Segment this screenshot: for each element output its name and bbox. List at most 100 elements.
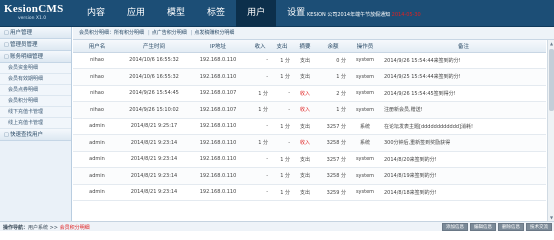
sidebar-section-quick-find[interactable]: □快速查找用户	[0, 129, 71, 141]
col-header-ip[interactable]: IP地址	[187, 40, 249, 53]
sidebar-item-online-cards[interactable]: 线上充值卡管理	[0, 118, 71, 129]
score-table: 用户名 产生时间 IP地址 收入 支出 摘要 余额 操作员 备注 nihao 20…	[73, 40, 546, 201]
cell-ip: 192.168.0.110	[187, 134, 249, 152]
cell-operator: system	[349, 167, 381, 185]
sidebar-item-validity[interactable]: 会员有效期明细	[0, 74, 71, 85]
table-row[interactable]: nihao 2014/9/26 15:54:45 192.168.0.107 1 分-…	[73, 85, 546, 102]
edit-button[interactable]: 编辑信息	[470, 223, 496, 231]
top-bar: KesionCMS version X1.0 内容 应用 模型 标签 用户 设置…	[0, 0, 554, 27]
score-subtabs: 会员积分明细：所有积分明细 | 点广告积分明细 | 点发稿赚积分明细	[73, 27, 554, 40]
sidebar-item-score[interactable]: 会员积分明细	[0, 96, 71, 107]
cell-expense: 1 分	[271, 52, 293, 69]
sidebar-section-label: 账务明细管理	[10, 54, 44, 60]
table-row[interactable]: nihao 2014/10/6 16:55:32 192.168.0.110-1 分…	[73, 52, 546, 69]
subtab-post-score[interactable]: 点发稿赚积分明细	[194, 30, 234, 36]
cell-user: admin	[73, 184, 121, 201]
table-row[interactable]: admin 2014/8/21 9:23:14 192.168.0.110-1 分支…	[73, 184, 546, 201]
cell-expense: 1 分	[271, 184, 293, 201]
sidebar-item-offline-cards[interactable]: 线下充值卡管理	[0, 107, 71, 118]
cell-operator: system	[349, 184, 381, 201]
cell-user: admin	[73, 167, 121, 185]
cell-balance: 2 分	[317, 85, 349, 102]
cell-income: -	[249, 118, 271, 135]
col-header-user[interactable]: 用户名	[73, 40, 121, 53]
bottom-bar: 操作导航：用户系统 >> 会员积分明细 添加信息 编辑信息 删除信息 技术交流	[0, 221, 554, 231]
cell-expense: 1 分	[271, 68, 293, 86]
col-header-summary[interactable]: 摘要	[293, 40, 317, 53]
breadcrumb-path[interactable]: 用户系统 >>	[28, 225, 60, 231]
main-content: 会员积分明细：所有积分明细 | 点广告积分明细 | 点发稿赚积分明细 用户名 产生时间 …	[73, 27, 554, 221]
table-row[interactable]: admin 2014/8/21 9:25:17 192.168.0.110-1 分支…	[73, 118, 546, 135]
cell-ip: 192.168.0.107	[187, 101, 249, 119]
cell-ip: 192.168.0.110	[187, 52, 249, 69]
table-row[interactable]: admin 2014/8/21 9:23:14 192.168.0.110-1 分支…	[73, 151, 546, 168]
delete-button[interactable]: 删除信息	[498, 223, 524, 231]
notice-text: KESION 公司2014年端午节放假通知	[307, 12, 391, 18]
table-row[interactable]: nihao 2014/9/26 15:10:02 192.168.0.107 1 分-…	[73, 101, 546, 119]
cell-expense: 1 分	[271, 151, 293, 168]
cell-note: 2014/8/20来签到的分!	[381, 151, 546, 168]
nav-tab-users[interactable]: 用户	[236, 0, 277, 27]
sidebar-item-funds[interactable]: 会员资金明细	[0, 63, 71, 74]
support-button[interactable]: 技术交流	[526, 223, 552, 231]
top-notice[interactable]: KESION 公司2014年端午节放假通知 2014-05-30	[307, 11, 421, 18]
cell-balance: 1 分	[317, 68, 349, 86]
cell-user: nihao	[73, 85, 121, 102]
cell-ip: 192.168.0.110	[187, 184, 249, 201]
table-row[interactable]: admin 2014/8/21 9:23:14 192.168.0.110 1 分-收…	[73, 134, 546, 152]
cell-time: 2014/8/21 9:23:14	[121, 184, 187, 201]
cell-summary: 支出	[293, 167, 317, 185]
vertical-scrollbar[interactable]: ▲ ▼	[547, 40, 554, 221]
cell-income: -	[249, 184, 271, 201]
col-header-expense[interactable]: 支出	[271, 40, 293, 53]
action-buttons: 添加信息 编辑信息 删除信息 技术交流	[442, 223, 552, 231]
scroll-down-icon[interactable]: ▼	[548, 214, 554, 221]
nav-tab-content[interactable]: 内容	[76, 0, 116, 27]
cell-user: nihao	[73, 68, 121, 86]
app-title: KesionCMS	[4, 3, 64, 15]
scroll-thumb[interactable]	[549, 49, 554, 111]
col-header-balance[interactable]: 余额	[317, 40, 349, 53]
sidebar-section-label: 快速查找用户	[10, 132, 44, 138]
cell-note: 2014/8/18来签到的分!	[381, 184, 546, 201]
cell-time: 2014/9/26 15:10:02	[121, 101, 187, 119]
nav-tab-models[interactable]: 模型	[156, 0, 196, 27]
notice-date: 2014-05-30	[391, 12, 421, 18]
cell-summary: 支出	[293, 68, 317, 86]
col-header-time[interactable]: 产生时间	[121, 40, 187, 53]
col-header-income[interactable]: 收入	[249, 40, 271, 53]
cell-operator: system	[349, 101, 381, 119]
cell-operator: 系统	[349, 118, 381, 135]
cell-operator: system	[349, 151, 381, 168]
cell-summary: 支出	[293, 151, 317, 168]
sidebar: □用户管理 □管理员管理 □账务明细管理 会员资金明细 会员有效期明细 会员点券…	[0, 27, 72, 221]
add-button[interactable]: 添加信息	[442, 223, 468, 231]
col-header-operator[interactable]: 操作员	[349, 40, 381, 53]
cell-balance: 3258 分	[317, 167, 349, 185]
cell-income: -	[249, 68, 271, 86]
nav-tab-apps[interactable]: 应用	[116, 0, 156, 27]
cell-operator: system	[349, 52, 381, 69]
cell-income: -	[249, 151, 271, 168]
scroll-up-icon[interactable]: ▲	[548, 40, 554, 47]
cell-ip: 192.168.0.107	[187, 85, 249, 102]
cell-income: 1 分	[249, 101, 271, 119]
col-header-note[interactable]: 备注	[381, 40, 546, 53]
sidebar-item-points[interactable]: 会员点券明细	[0, 85, 71, 96]
cell-income: 1 分	[249, 134, 271, 152]
cell-note: 2014/9/25 15:54:44来签到的分!	[381, 68, 546, 86]
table-row[interactable]: nihao 2014/10/6 16:55:32 192.168.0.110-1 分…	[73, 68, 546, 86]
subtab-all-score[interactable]: 会员积分明细：所有积分明细	[79, 30, 144, 36]
table-header-row: 用户名 产生时间 IP地址 收入 支出 摘要 余额 操作员 备注	[73, 40, 546, 53]
sidebar-section-user-manage[interactable]: □用户管理	[0, 27, 71, 39]
cell-balance: 1 分	[317, 101, 349, 119]
cell-income: 1 分	[249, 85, 271, 102]
cell-time: 2014/9/26 15:54:45	[121, 85, 187, 102]
sidebar-section-admin-manage[interactable]: □管理员管理	[0, 39, 71, 51]
nav-tab-tags[interactable]: 标签	[196, 0, 236, 27]
table-row[interactable]: admin 2014/8/21 9:23:14 192.168.0.110-1 分支…	[73, 167, 546, 185]
cell-expense: -	[271, 134, 293, 152]
subtab-separator: |	[148, 30, 150, 36]
subtab-ad-score[interactable]: 点广告积分明细	[152, 30, 187, 36]
sidebar-section-accounts[interactable]: □账务明细管理	[0, 51, 71, 63]
